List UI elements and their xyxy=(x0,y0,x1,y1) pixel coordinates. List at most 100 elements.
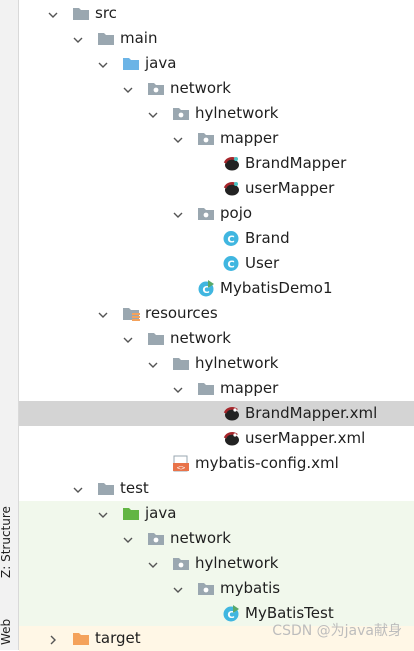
runnable-class-icon: C xyxy=(197,280,215,297)
tree-item-label: mybatis xyxy=(220,579,281,597)
tree-item-label: userMapper xyxy=(245,179,335,197)
chevron-down-icon[interactable] xyxy=(122,532,134,544)
project-tree: src main java network hylnetwork mapper BrandM… xyxy=(19,0,414,651)
tree-item-label: target xyxy=(95,629,141,647)
package-icon xyxy=(172,555,190,572)
mybatis-mapper-interface-icon xyxy=(222,180,240,197)
chevron-down-icon[interactable] xyxy=(122,82,134,94)
tree-row[interactable]: userMapper.xml xyxy=(19,426,414,451)
tree-item-label: MybatisDemo1 xyxy=(220,279,333,297)
tree-item-label: network xyxy=(170,329,231,347)
tree-row[interactable]: network xyxy=(19,76,414,101)
tree-row[interactable]: network xyxy=(19,526,414,551)
tree-item-label: userMapper.xml xyxy=(245,429,366,447)
chevron-down-icon[interactable] xyxy=(172,207,184,219)
package-icon xyxy=(147,530,165,547)
class-icon: C xyxy=(222,255,240,272)
web-tool-tab[interactable]: Web xyxy=(0,614,19,650)
tree-row[interactable]: test xyxy=(19,476,414,501)
chevron-down-icon[interactable] xyxy=(72,32,84,44)
svg-text:C: C xyxy=(227,235,234,246)
excluded-folder-icon xyxy=(72,630,90,647)
package-icon xyxy=(197,580,215,597)
folder-icon xyxy=(72,5,90,22)
watermark: CSDN @为java献身 xyxy=(272,623,402,639)
tree-item-label: BrandMapper.xml xyxy=(245,404,378,422)
tree-item-label: mapper xyxy=(220,129,279,147)
tree-row[interactable]: hylnetwork xyxy=(19,101,414,126)
chevron-down-icon[interactable] xyxy=(172,382,184,394)
source-root-folder-icon xyxy=(122,55,140,72)
tree-item-label: test xyxy=(120,479,149,497)
tree-row[interactable]: java xyxy=(19,501,414,526)
tree-row[interactable]: C User xyxy=(19,251,414,276)
folder-icon xyxy=(172,355,190,372)
chevron-down-icon[interactable] xyxy=(72,482,84,494)
chevron-down-icon[interactable] xyxy=(172,132,184,144)
svg-text:C: C xyxy=(227,260,234,271)
tree-row[interactable]: hylnetwork xyxy=(19,351,414,376)
tree-item-label: src xyxy=(95,4,117,22)
tree-row[interactable]: BrandMapper xyxy=(19,151,414,176)
tree-row[interactable]: userMapper xyxy=(19,176,414,201)
tree-row[interactable]: resources xyxy=(19,301,414,326)
tree-item-label: mapper xyxy=(220,379,279,397)
resources-folder-icon xyxy=(122,305,140,322)
tree-item-label: hylnetwork xyxy=(195,554,279,572)
tree-row[interactable]: BrandMapper.xml xyxy=(19,401,414,426)
folder-icon xyxy=(147,330,165,347)
tree-row[interactable]: mapper xyxy=(19,126,414,151)
svg-text:<>: <> xyxy=(177,464,185,472)
tree-row[interactable]: java xyxy=(19,51,414,76)
chevron-down-icon[interactable] xyxy=(97,507,109,519)
folder-icon xyxy=(97,480,115,497)
tree-row[interactable]: C Brand xyxy=(19,226,414,251)
tree-item-label: java xyxy=(145,504,177,522)
package-icon xyxy=(147,80,165,97)
chevron-down-icon[interactable] xyxy=(147,107,159,119)
tree-item-label: main xyxy=(120,29,158,47)
tree-row[interactable]: mapper xyxy=(19,376,414,401)
chevron-down-icon[interactable] xyxy=(97,307,109,319)
test-source-root-folder-icon xyxy=(122,505,140,522)
tree-row[interactable]: <> mybatis-config.xml xyxy=(19,451,414,476)
tree-item-label: network xyxy=(170,79,231,97)
folder-icon xyxy=(97,30,115,47)
chevron-right-icon[interactable] xyxy=(47,632,59,645)
chevron-down-icon[interactable] xyxy=(147,357,159,369)
mybatis-mapper-interface-icon xyxy=(222,155,240,172)
left-tool-strip: Z: Structure Web xyxy=(0,0,19,650)
tree-row[interactable]: C MybatisDemo1 xyxy=(19,276,414,301)
tree-item-label: mybatis-config.xml xyxy=(195,454,339,472)
tree-row[interactable]: main xyxy=(19,26,414,51)
package-icon xyxy=(172,105,190,122)
tree-item-label: hylnetwork xyxy=(195,354,279,372)
chevron-down-icon[interactable] xyxy=(147,557,159,569)
mybatis-xml-icon xyxy=(222,430,240,447)
tree-item-label: Brand xyxy=(245,229,290,247)
chevron-down-icon[interactable] xyxy=(97,57,109,69)
mybatis-xml-icon xyxy=(222,405,240,422)
tree-row[interactable]: network xyxy=(19,326,414,351)
tree-item-label: User xyxy=(245,254,280,272)
tree-row[interactable]: pojo xyxy=(19,201,414,226)
tree-item-label: java xyxy=(145,54,177,72)
folder-icon xyxy=(197,380,215,397)
class-icon: C xyxy=(222,230,240,247)
runnable-class-icon: C xyxy=(222,605,240,622)
tree-row[interactable]: hylnetwork xyxy=(19,551,414,576)
tree-row[interactable]: mybatis xyxy=(19,576,414,601)
tree-item-label: pojo xyxy=(220,204,253,222)
structure-tool-tab[interactable]: Z: Structure xyxy=(0,497,19,587)
package-icon xyxy=(197,205,215,222)
tree-row[interactable]: src xyxy=(19,1,414,26)
tree-item-label: network xyxy=(170,529,231,547)
tree-item-label: hylnetwork xyxy=(195,104,279,122)
chevron-down-icon[interactable] xyxy=(122,332,134,344)
tree-item-label: BrandMapper xyxy=(245,154,347,172)
package-icon xyxy=(197,130,215,147)
chevron-down-icon[interactable] xyxy=(172,582,184,594)
xml-file-icon: <> xyxy=(172,455,190,472)
tree-item-label: resources xyxy=(145,304,218,322)
chevron-down-icon[interactable] xyxy=(47,7,59,19)
